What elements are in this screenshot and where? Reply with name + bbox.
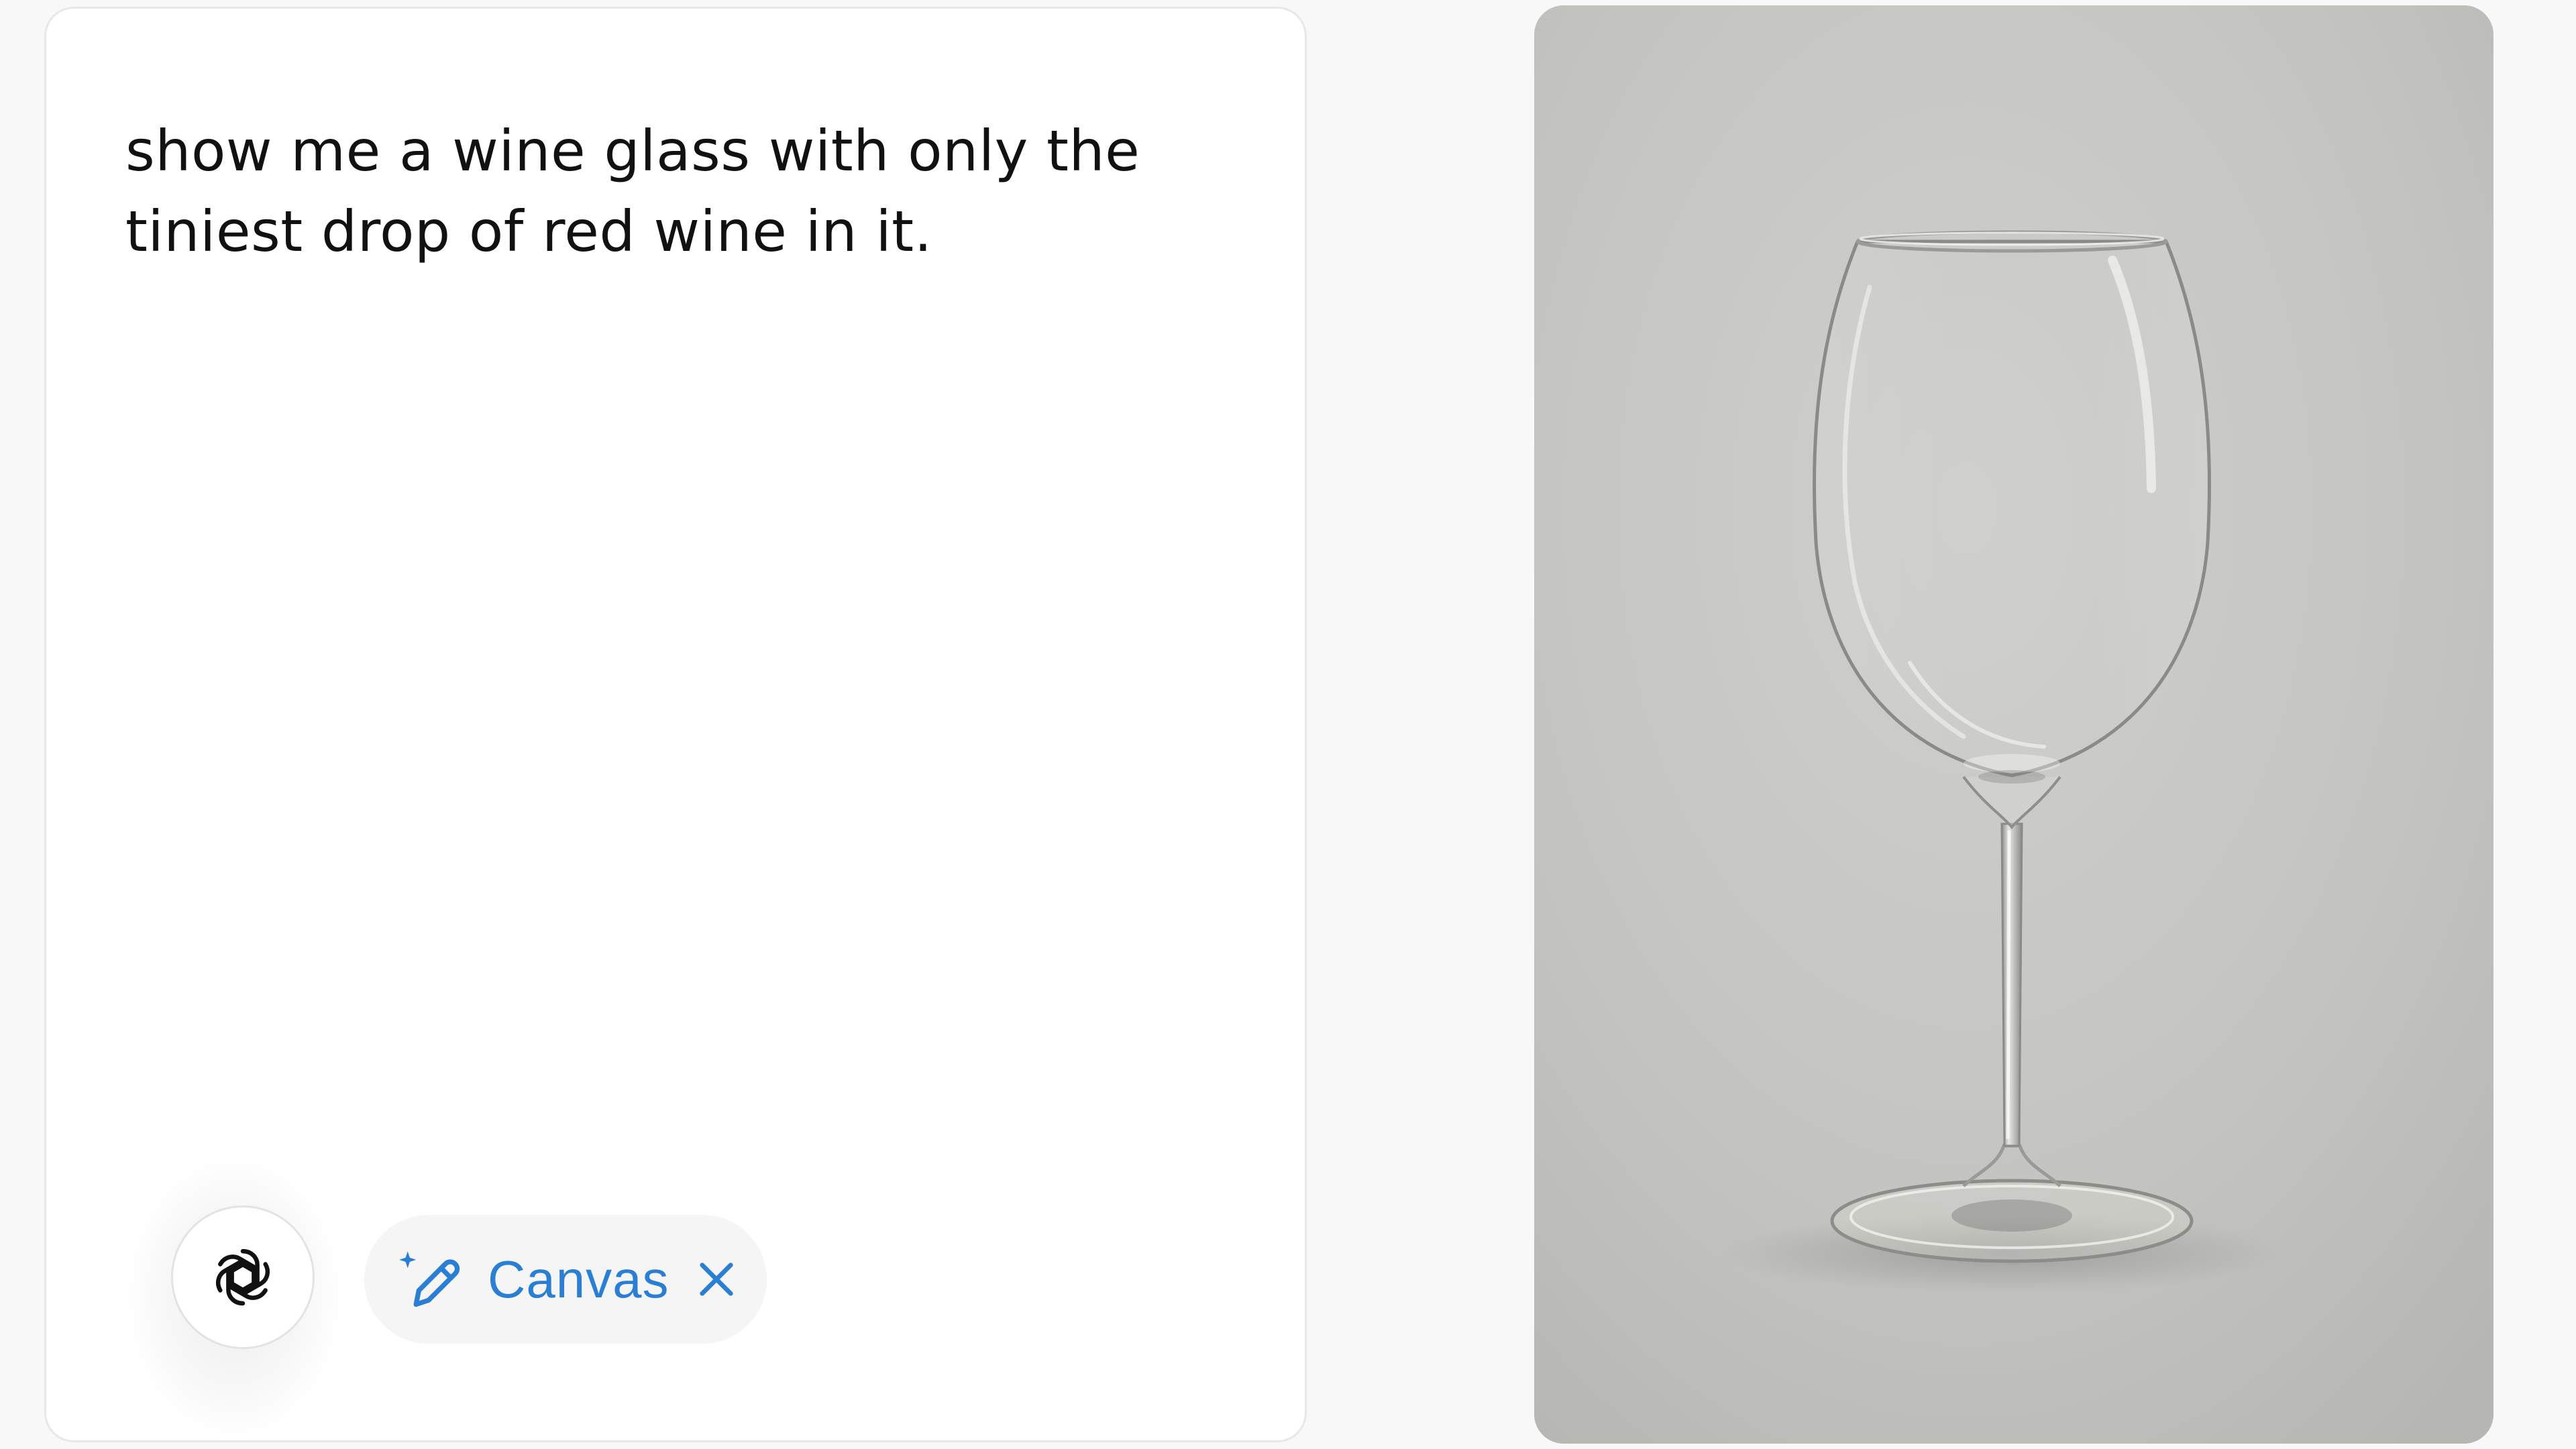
canvas-chip-label: Canvas bbox=[488, 1249, 669, 1309]
wine-glass-illustration bbox=[1534, 5, 2493, 1444]
pencil-sparkle-icon bbox=[395, 1244, 465, 1314]
generated-image bbox=[1534, 5, 2493, 1444]
assistant-avatar-button[interactable] bbox=[171, 1205, 315, 1349]
prompt-text: show me a wine glass with only the tinie… bbox=[125, 118, 1140, 264]
close-icon[interactable] bbox=[693, 1256, 740, 1303]
openai-logo-icon bbox=[207, 1248, 279, 1313]
prompt-card: show me a wine glass with only the tinie… bbox=[44, 7, 1307, 1442]
canvas-tool-chip[interactable]: Canvas bbox=[364, 1215, 767, 1344]
